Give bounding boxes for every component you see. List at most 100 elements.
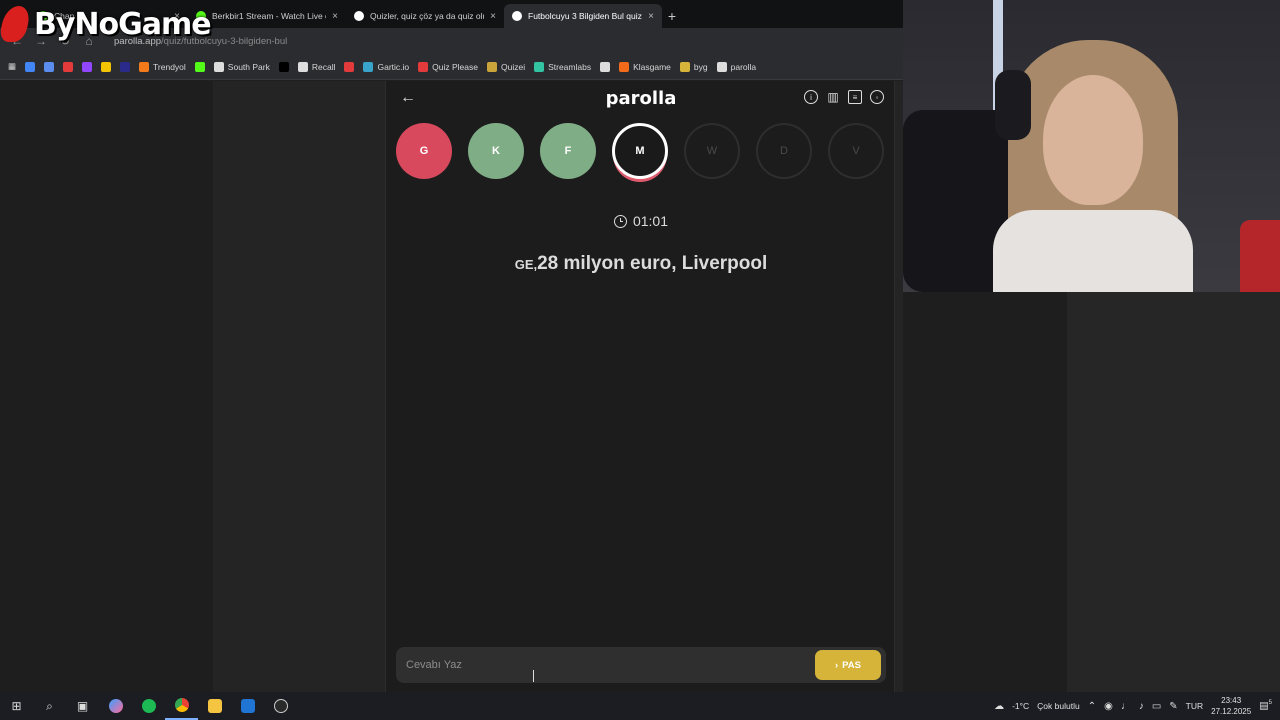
bookmark-item[interactable]: parolla [716,61,757,72]
tab-close-icon[interactable]: × [332,11,338,22]
browser-tab[interactable]: Berkbir1 Stream - Watch Live o × [188,4,346,28]
microphone-icon[interactable]: ♩ [1121,701,1131,712]
bookmark-label: byg [693,61,708,72]
bookmark-item[interactable] [44,61,55,72]
app-header: ← parolla i ▥ ≡ ◦ [386,81,896,115]
bookmark-favicon-icon [486,61,497,72]
page-right-edge [1067,292,1280,692]
volume-icon[interactable]: ♪ [1139,701,1144,712]
bookmark-item[interactable] [63,61,74,72]
tray-chevron-icon[interactable]: ⌃ [1088,701,1096,712]
spotify-icon[interactable] [132,692,165,720]
apps-grid-icon[interactable]: ▦ [8,61,16,72]
bookmark-item[interactable]: Streamlabs [534,61,591,72]
bookmark-favicon-icon [139,61,150,72]
tab-close-icon[interactable]: × [490,11,496,22]
bookmark-label: parolla [730,61,757,72]
bookmark-item[interactable]: South Park [213,61,270,72]
notification-icon[interactable]: ▤5 [1259,700,1272,711]
bookmark-favicon-icon [600,61,611,72]
bookmark-item[interactable] [120,61,131,72]
bookmark-item[interactable] [344,61,355,72]
bookmark-item[interactable] [600,61,611,72]
bookmark-item[interactable]: Recall [297,61,336,72]
bookmark-favicon-icon [213,61,224,72]
bookmark-item[interactable]: Quiz Please [418,61,478,72]
bookmark-favicon-icon [418,61,429,72]
question-body: 28 milyon euro, Liverpool [537,253,768,274]
windows-start-icon[interactable]: ⊞ [0,692,33,720]
weather-icon[interactable]: ☁ [994,701,1004,712]
bookmark-item[interactable]: Trendyol [139,61,186,72]
bookmark-label: Recall [311,61,336,72]
webcam-feed [903,0,1280,292]
user-icon[interactable]: ◦ [870,90,884,104]
bookmark-favicon-icon [716,61,727,72]
bookmark-item[interactable] [194,61,205,72]
pas-button[interactable]: › PAS [815,650,881,680]
new-tab-button[interactable]: + [662,4,682,28]
clock[interactable]: 23:43 27.12.2025 [1211,695,1251,717]
bookmark-favicon-icon [194,61,205,72]
tab-close-icon[interactable]: × [648,11,654,22]
header-icons: i ▥ ≡ ◦ [804,90,884,104]
stream-logo-overlay: ByNoGame [0,4,212,44]
browser-tab[interactable]: Quizler, quiz çöz ya da quiz olu × [346,4,504,28]
tab-title: Futbolcuyu 3 Bilgiden Bul quiz [528,11,642,21]
timer: 01:01 [386,213,896,229]
bookmark-favicon-icon [101,61,112,72]
bookmark-label: South Park [227,61,270,72]
weather-text: Çok bulutlu [1037,701,1080,711]
bookmark-favicon-icon [120,61,131,72]
network-icon[interactable]: ▭ [1152,701,1161,712]
system-tray: ☁ -1°C Çok bulutlu ⌃ ◉ ♩ ♪ ▭ ✎ TUR 23:43… [994,692,1280,720]
bookmark-item[interactable] [101,61,112,72]
bookmark-item[interactable]: Quizei [486,61,526,72]
app-brand[interactable]: parolla [606,88,677,109]
record-icon[interactable]: ◉ [1104,701,1113,712]
bookmark-favicon-icon [619,61,630,72]
chrome-icon[interactable] [165,692,198,720]
bookmark-favicon-icon [278,61,289,72]
back-arrow-icon[interactable]: ← [400,89,416,107]
bookmark-label: Klasgame [633,61,671,72]
bookmark-favicon-icon [363,61,374,72]
bookmark-item[interactable] [25,61,36,72]
copilot-icon[interactable] [99,692,132,720]
bookmark-item[interactable]: byg [679,61,708,72]
letter-circle-w: W [684,123,740,179]
bookmark-item[interactable]: Klasgame [619,61,671,72]
logo-mark-icon [0,6,32,42]
comments-icon[interactable]: ≡ [848,90,862,104]
taskbar: ⊞ ⌕ ▣ ☁ -1°C Çok bulutlu ⌃ ◉ ♩ ♪ ▭ ✎ TUR… [0,692,1280,720]
answer-bar: › PAS [396,647,886,683]
bookmark-favicon-icon [679,61,690,72]
browser-tab[interactable]: Futbolcuyu 3 Bilgiden Bul quiz × [504,4,662,28]
file-explorer-icon[interactable] [198,692,231,720]
bookmark-item[interactable]: Gartic.io [363,61,409,72]
bookmark-favicon-icon [534,61,545,72]
pen-icon[interactable]: ✎ [1169,701,1177,712]
answer-input[interactable] [396,659,815,671]
obs-icon[interactable] [264,692,297,720]
outlook-icon[interactable] [231,692,264,720]
language-indicator[interactable]: TUR [1186,701,1203,711]
clock-date: 27.12.2025 [1211,707,1252,716]
bookmark-item[interactable] [278,61,289,72]
letter-circle-d: D [756,123,812,179]
text-cursor [533,670,535,682]
search-icon[interactable]: ⌕ [33,692,66,720]
bookmark-label: Quizei [500,61,526,72]
webcam-headset [995,70,1031,140]
stats-icon[interactable]: ▥ [826,90,840,104]
webcam-streamer-shirt [993,210,1193,292]
info-icon[interactable]: i [804,90,818,104]
task-view-icon[interactable]: ▣ [66,692,99,720]
letter-circle-f: F [540,123,596,179]
tab-favicon-icon [512,11,522,21]
letter-circle-k: K [468,123,524,179]
letter-circle-g: G [396,123,452,179]
webcam-red-object [1240,220,1280,292]
bookmark-item[interactable] [82,61,93,72]
clock-icon [613,214,627,228]
